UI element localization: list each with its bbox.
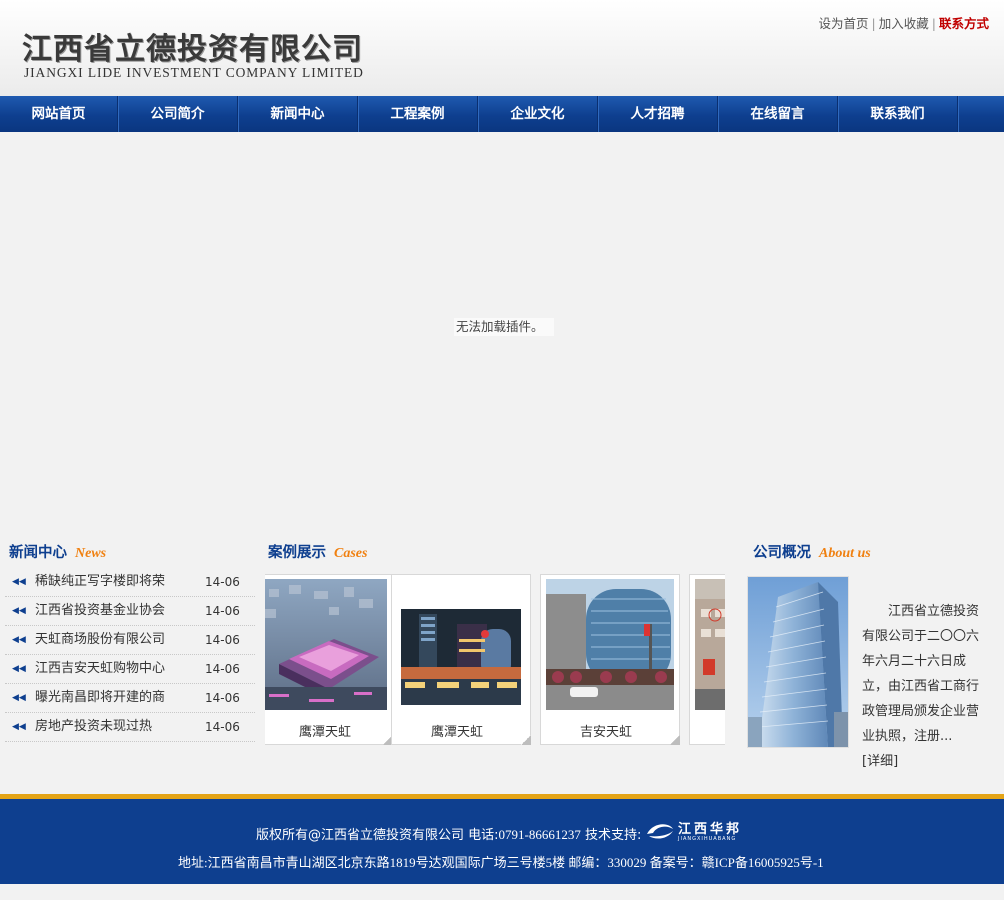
news-item-date: 14-06 [205,662,240,676]
site-footer: 版权所有@江西省立德投资有限公司 电话:0791-86661237 技术支持: … [0,799,1004,884]
page-fold-corner [521,735,531,745]
top-links: 设为首页 | 加入收藏 | 联系方式 [819,13,989,32]
nav-item-about[interactable]: 公司简介 [118,96,238,132]
plugin-error-message: 无法加载插件。 [454,318,554,336]
company-building-photo [747,576,849,748]
news-item-date: 14-06 [205,633,240,647]
case-caption[interactable]: 鹰潭天虹 [392,721,522,740]
support-logo-cn: 江西华邦 [678,822,743,837]
swirl-logo-icon [647,824,673,839]
case-caption[interactable]: 鹰潭天虹 [265,721,390,740]
page-bottom-margin [0,884,1004,900]
site-header: 江西省立德投资有限公司 JIANGXI LIDE INVESTMENT COMP… [0,0,1004,96]
double-arrow-left-icon: ◀◀ [12,606,26,616]
double-arrow-left-icon: ◀◀ [12,664,26,674]
case-photo[interactable] [397,579,525,710]
case-card[interactable]: 鹰潭天虹 [391,574,531,745]
set-home-link[interactable]: 设为首页 [819,16,869,31]
news-item-title[interactable]: 曝光南昌即将开建的商 [35,684,165,712]
case-card[interactable]: 鹰潭天虹 [265,574,393,745]
news-item-date: 14-06 [205,691,240,705]
add-favorite-link[interactable]: 加入收藏 [879,16,929,31]
double-arrow-left-icon: ◀◀ [12,635,26,645]
case-photo[interactable] [546,579,674,710]
logo-english: JIANGXI LIDE INVESTMENT COMPANY LIMITED [24,65,364,80]
cases-title-cn: 案例展示 [268,545,326,561]
separator: | [871,16,876,31]
about-title-en: About us [819,546,871,561]
copyright-text: 版权所有@江西省立德投资有限公司 电话: [256,828,499,843]
double-arrow-left-icon: ◀◀ [12,722,26,732]
about-summary: 江西省立德投资有限公司于二〇〇六年六月二十六日成立，由江西省工商行政管理局颁发企… [862,604,980,744]
nav-item-home[interactable]: 网站首页 [0,96,118,132]
double-arrow-left-icon: ◀◀ [12,577,26,587]
tech-support-logo[interactable]: 江西华邦 JIANGXIHUABANG [645,817,749,845]
news-list: ◀◀ 稀缺纯正写字楼即将荣 14-06 ◀◀ 江西省投资基金业协会 14-06 … [5,568,255,742]
news-item-date: 14-06 [205,575,240,589]
news-item-title[interactable]: 天虹商场股份有限公司 [35,626,165,654]
footer-address-line: 地址:江西省南昌市青山湖区北京东路1819号达观国际广场三号楼5楼 邮编：330… [178,855,824,870]
page-fold-corner [670,735,680,745]
news-item-title[interactable]: 稀缺纯正写字楼即将荣 [35,568,165,596]
case-photo[interactable] [265,579,387,710]
news-item[interactable]: ◀◀ 江西省投资基金业协会 14-06 [5,597,255,626]
logo-chinese[interactable]: 江西省立德投资有限公司 [22,24,363,68]
nav-item-contact[interactable]: 联系我们 [838,96,958,132]
news-item[interactable]: ◀◀ 曝光南昌即将开建的商 14-06 [5,684,255,713]
main-nav: 网站首页 公司简介 新闻中心 工程案例 企业文化 人才招聘 在线留言 联系我们 [0,96,1004,132]
nav-item-cases[interactable]: 工程案例 [358,96,478,132]
footer-copyright-line: 版权所有@江西省立德投资有限公司 电话:0791-86661237 技术支持: [256,824,641,843]
about-title-cn: 公司概况 [753,545,811,561]
cases-title-en: Cases [334,546,368,561]
news-item-title[interactable]: 房地产投资未现过热 [35,713,152,741]
news-item[interactable]: ◀◀ 天虹商场股份有限公司 14-06 [5,626,255,655]
case-card[interactable] [689,574,725,745]
news-item-title[interactable]: 江西吉安天虹购物中心 [35,655,165,683]
phone-number: 0791-86661237 [498,827,581,842]
news-item[interactable]: ◀◀ 房地产投资未现过热 14-06 [5,713,255,742]
case-photo[interactable] [695,579,725,710]
about-more-link[interactable]: [详细] [862,750,898,769]
case-caption[interactable]: 吉安天虹 [541,721,671,740]
news-title-en: News [75,546,107,561]
nav-item-culture[interactable]: 企业文化 [478,96,598,132]
separator: | [931,16,936,31]
news-item-title[interactable]: 江西省投资基金业协会 [35,597,165,625]
news-item[interactable]: ◀◀ 江西吉安天虹购物中心 14-06 [5,655,255,684]
cases-scroller: 鹰潭天虹 鹰潭天虹 吉安天虹 [265,574,725,746]
news-item-date: 14-06 [205,604,240,618]
support-label: 技术支持: [580,828,642,843]
support-logo-pinyin: JIANGXIHUABANG [678,836,737,842]
news-item[interactable]: ◀◀ 稀缺纯正写字楼即将荣 14-06 [5,568,255,597]
double-arrow-left-icon: ◀◀ [12,693,26,703]
nav-item-jobs[interactable]: 人才招聘 [598,96,718,132]
nav-item-message[interactable]: 在线留言 [718,96,838,132]
news-item-date: 14-06 [205,720,240,734]
news-section-title: 新闻中心 News [9,541,106,562]
cases-section-title: 案例展示 Cases [268,541,367,562]
news-title-cn: 新闻中心 [9,545,67,561]
flash-banner-area: 无法加载插件。 [0,132,1004,520]
about-section-title: 公司概况 About us [753,541,871,562]
contact-link[interactable]: 联系方式 [939,16,989,31]
nav-item-news[interactable]: 新闻中心 [238,96,358,132]
case-card[interactable]: 吉安天虹 [540,574,680,745]
